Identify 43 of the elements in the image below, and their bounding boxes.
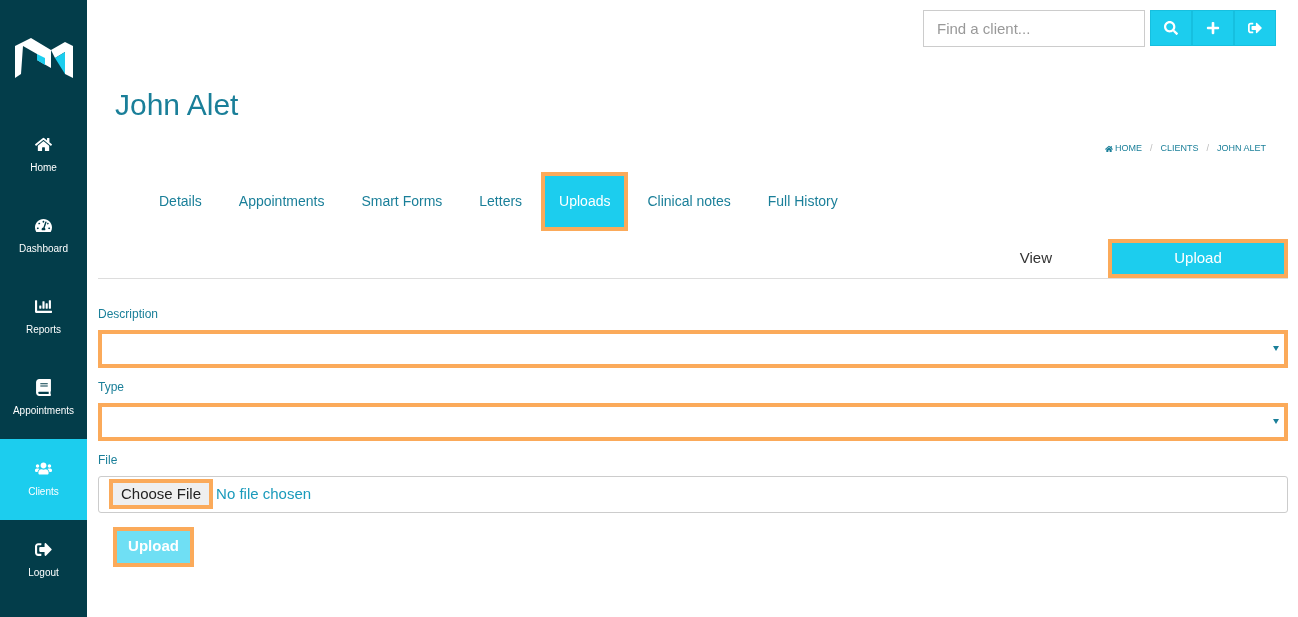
file-status: No file chosen xyxy=(216,483,312,504)
logout-icon xyxy=(1248,21,1262,35)
breadcrumb-link[interactable]: HOME xyxy=(1104,142,1142,156)
field-label: Description xyxy=(98,305,159,323)
home-icon xyxy=(35,136,52,153)
breadcrumb-link[interactable]: CLIENTS xyxy=(1160,142,1199,156)
choose-file-button[interactable]: Choose File xyxy=(109,479,214,509)
home-icon xyxy=(1104,144,1113,153)
people-icon xyxy=(35,460,52,477)
caret-icon xyxy=(1273,419,1279,424)
bar-chart-icon xyxy=(35,298,52,315)
logout-button[interactable] xyxy=(1234,10,1276,46)
tab[interactable]: Details xyxy=(141,171,220,231)
plus-icon xyxy=(1206,21,1220,35)
field-label: File xyxy=(98,451,118,469)
search-icon xyxy=(1164,21,1178,35)
sidebar-item[interactable]: Dashboard xyxy=(0,196,87,277)
sidebar-item[interactable]: Reports xyxy=(0,277,87,358)
sidebar-item[interactable]: Appointments xyxy=(0,358,87,439)
book-icon xyxy=(35,379,52,396)
tab[interactable]: Letters xyxy=(461,171,541,231)
sidebar-item[interactable]: Logout xyxy=(0,520,87,601)
breadcrumb-separator: / xyxy=(1206,142,1209,155)
logo-icon xyxy=(14,37,73,78)
page-title: John Alet xyxy=(115,87,239,123)
sidebar-item[interactable]: Home xyxy=(0,115,87,196)
gauge-icon xyxy=(35,217,52,234)
search-button[interactable] xyxy=(1150,10,1192,46)
tab[interactable]: Clinical notes xyxy=(629,171,749,231)
tab[interactable]: Appointments xyxy=(220,171,343,231)
breadcrumb-link[interactable]: JOHN ALET xyxy=(1217,142,1266,156)
field-label: Type xyxy=(98,378,124,396)
add-button[interactable] xyxy=(1192,10,1234,46)
tab[interactable]: Smart Forms xyxy=(343,171,461,231)
caret-icon xyxy=(1273,346,1279,351)
search-field[interactable]: Find a client... xyxy=(923,10,1145,47)
select-field[interactable] xyxy=(98,402,1288,441)
breadcrumb-separator: / xyxy=(1149,142,1153,155)
logout-icon xyxy=(35,541,52,558)
tab[interactable]: Full History xyxy=(749,171,856,231)
tab[interactable]: View xyxy=(999,238,1072,278)
file-field[interactable]: Choose File No file chosen xyxy=(98,475,1288,513)
select-field[interactable] xyxy=(98,329,1288,368)
